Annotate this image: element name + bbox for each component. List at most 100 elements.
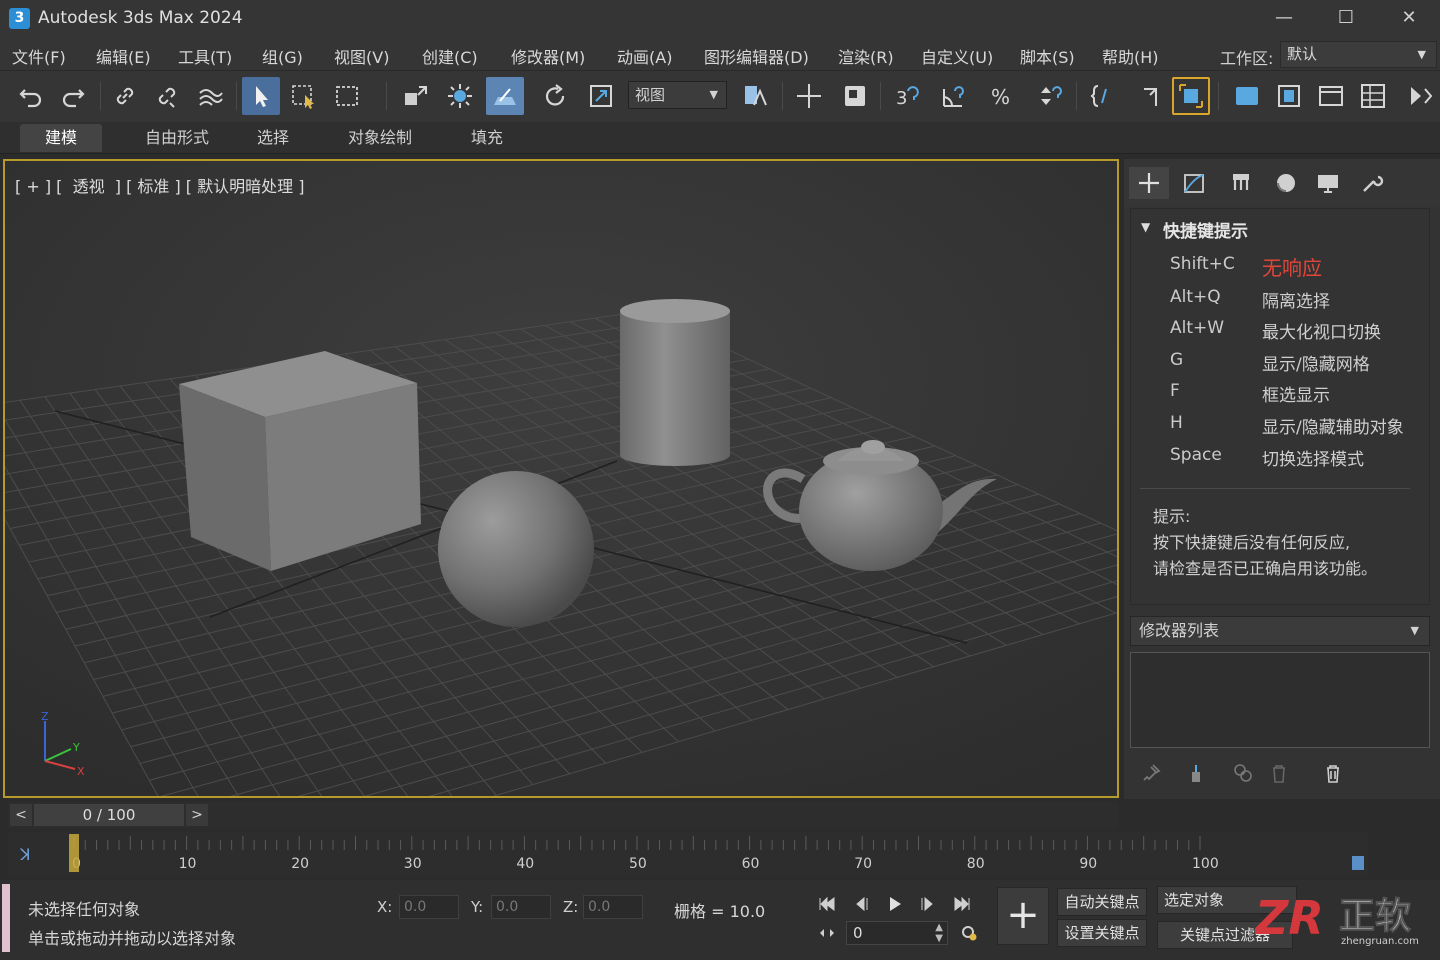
watermark-url: zhengruan.com	[1341, 936, 1419, 947]
pivot-center-button[interactable]	[736, 77, 774, 115]
percent-snap-button[interactable]: %	[982, 77, 1020, 115]
end-frame-marker[interactable]	[1352, 856, 1364, 870]
track-bar[interactable]: 0102030405060708090100ꓘ	[8, 832, 1368, 876]
perspective-viewport[interactable]: [ + ] [ 透视 ] [ 标准 ] [ 默认明暗处理 ] Z Y X	[3, 159, 1119, 798]
menu-customize[interactable]: 自定义(U)	[921, 44, 993, 68]
keyboard-shortcut-override-button[interactable]	[836, 77, 874, 115]
tab-modeling[interactable]: 建模	[20, 124, 102, 152]
time-configuration-button[interactable]	[955, 922, 983, 944]
angle-snap-button[interactable]	[934, 77, 972, 115]
rectangular-selection-button[interactable]	[328, 77, 366, 115]
menu-help[interactable]: 帮助(H)	[1102, 44, 1159, 68]
select-and-link-button[interactable]	[790, 77, 828, 115]
configure-sets-button[interactable]	[1318, 760, 1348, 786]
remove-modifier-button[interactable]	[1264, 760, 1294, 786]
maxscript-listener-strip[interactable]	[2, 884, 10, 952]
menu-create[interactable]: 创建(C)	[422, 44, 478, 68]
hierarchy-tab[interactable]	[1221, 167, 1261, 199]
curve-editor-button[interactable]	[1354, 77, 1392, 115]
placement-button[interactable]	[486, 77, 524, 115]
scene-explorer-button[interactable]	[1228, 77, 1266, 115]
menu-group[interactable]: 组(G)	[262, 44, 303, 68]
align-button[interactable]	[1172, 77, 1210, 115]
select-by-name-button[interactable]	[285, 77, 323, 115]
modifier-stack[interactable]	[1130, 652, 1430, 748]
link-button[interactable]	[106, 77, 144, 115]
redo-button[interactable]	[54, 77, 92, 115]
x-coordinate-field[interactable]: 0.0	[399, 895, 459, 919]
spinner-arrows-icon[interactable]: ▲ ▼	[935, 922, 943, 944]
mirror-button[interactable]	[1132, 77, 1170, 115]
edit-named-selection-button[interactable]	[1084, 77, 1122, 115]
motion-tab[interactable]	[1266, 167, 1306, 199]
menu-edit[interactable]: 编辑(E)	[96, 44, 151, 68]
select-and-move-button[interactable]	[396, 77, 434, 115]
current-frame-marker[interactable]	[69, 834, 79, 872]
spinner-snap-button[interactable]	[1030, 77, 1068, 115]
minimize-button[interactable]: —	[1253, 0, 1315, 36]
set-key-mode-button[interactable]: 设置关键点	[1057, 919, 1147, 947]
next-frame-key-button[interactable]	[913, 893, 941, 915]
maximize-button[interactable]: ☐	[1315, 0, 1377, 36]
modifier-list-select[interactable]: 修改器列表 ▼	[1130, 616, 1430, 646]
y-label: Y:	[471, 898, 484, 916]
select-object-button[interactable]	[242, 77, 280, 115]
reference-coordinate-system-select[interactable]: 视图 ▼	[628, 81, 727, 109]
next-frame-button[interactable]: >	[186, 804, 208, 826]
sphere-object[interactable]	[438, 471, 594, 627]
menu-graph-editors[interactable]: 图形编辑器(D)	[704, 44, 809, 68]
select-and-manipulate-button[interactable]	[441, 77, 479, 115]
toolbar-separator	[386, 82, 387, 110]
utilities-tab[interactable]	[1352, 167, 1392, 199]
toggle-ribbon-button[interactable]	[1312, 77, 1350, 115]
modify-tab[interactable]	[1174, 167, 1214, 199]
create-tab[interactable]	[1129, 167, 1169, 199]
current-frame-spinner[interactable]: 0 ▲ ▼	[846, 921, 948, 945]
snaps-toggle-button[interactable]: 3	[888, 77, 926, 115]
go-to-end-button[interactable]	[948, 893, 976, 915]
go-to-start-button[interactable]	[813, 893, 841, 915]
show-end-result-button[interactable]	[1180, 760, 1210, 786]
bind-space-warp-button[interactable]	[190, 77, 228, 115]
display-tab[interactable]	[1308, 167, 1348, 199]
unlink-button[interactable]	[148, 77, 186, 115]
viewport-label-menu[interactable]: [ + ] [ 透视 ] [ 标准 ] [ 默认明暗处理 ]	[15, 173, 304, 197]
menu-modifiers[interactable]: 修改器(M)	[511, 44, 585, 68]
tip-line: 请检查是否已正确启用该功能。	[1153, 559, 1378, 578]
auto-key-button[interactable]: 自动关键点	[1057, 888, 1147, 916]
time-slider-thumb[interactable]: 0 / 100	[34, 804, 184, 826]
make-unique-button[interactable]	[1228, 760, 1258, 786]
menu-tools[interactable]: 工具(T)	[178, 44, 232, 68]
rollout-title[interactable]: 快捷键提示	[1163, 217, 1248, 242]
previous-frame-button[interactable]: <	[10, 804, 32, 826]
menu-animation[interactable]: 动画(A)	[617, 44, 672, 68]
pin-stack-button[interactable]	[1136, 760, 1166, 786]
render-setup-button[interactable]	[1404, 77, 1436, 115]
shortcut-key: G	[1170, 350, 1184, 370]
undo-button[interactable]	[12, 77, 50, 115]
collapse-triangle-icon[interactable]: ▼	[1141, 220, 1150, 234]
toolbar-separator	[782, 82, 783, 110]
menu-views[interactable]: 视图(V)	[334, 44, 389, 68]
select-and-rotate-button[interactable]	[536, 77, 574, 115]
layer-explorer-button[interactable]	[1270, 77, 1308, 115]
z-coordinate-field[interactable]: 0.0	[583, 895, 643, 919]
tab-object-paint[interactable]: 对象绘制	[334, 124, 426, 152]
set-key-button[interactable]: +	[997, 887, 1049, 945]
tab-freeform[interactable]: 自由形式	[122, 124, 232, 152]
workspace-select[interactable]: 默认 ▼	[1280, 41, 1437, 68]
tab-selection[interactable]: 选择	[240, 124, 306, 152]
close-button[interactable]: ✕	[1378, 0, 1440, 36]
mini-curve-editor-icon[interactable]: ꓘ	[19, 845, 31, 864]
key-mode-toggle-button[interactable]	[813, 922, 841, 944]
menu-scripting[interactable]: 脚本(S)	[1020, 44, 1075, 68]
y-coordinate-field[interactable]: 0.0	[491, 895, 551, 919]
play-button[interactable]	[881, 893, 909, 915]
previous-frame-key-button[interactable]	[848, 893, 876, 915]
cylinder-object[interactable]	[620, 299, 730, 466]
plus-icon	[1139, 173, 1159, 193]
tab-populate[interactable]: 填充	[456, 124, 518, 152]
menu-rendering[interactable]: 渲染(R)	[838, 44, 894, 68]
select-and-scale-button[interactable]	[582, 77, 620, 115]
menu-file[interactable]: 文件(F)	[12, 44, 66, 68]
